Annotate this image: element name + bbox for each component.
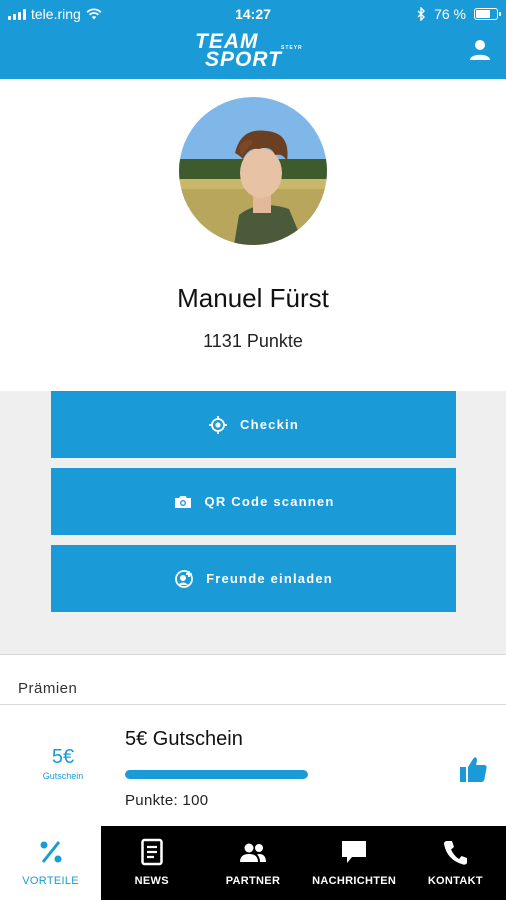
divider	[0, 654, 506, 655]
rewards-title: Prämien	[18, 680, 78, 697]
reward-points: Punkte: 100	[125, 792, 209, 809]
actions-section: Checkin QR Code scannen Freunde einladen	[0, 391, 506, 654]
avatar[interactable]	[179, 97, 327, 245]
thumbs-up-icon[interactable]	[460, 756, 487, 782]
battery-icon	[474, 8, 501, 20]
qr-scan-button[interactable]: QR Code scannen	[51, 468, 456, 535]
battery-percent: 76 %	[434, 6, 466, 22]
tab-kontakt[interactable]: KONTAKT	[405, 826, 506, 900]
tab-vorteile[interactable]: VORTEILE	[0, 826, 102, 900]
qr-scan-label: QR Code scannen	[204, 494, 335, 509]
reward-title: 5€ Gutschein	[125, 728, 243, 750]
status-right: 76 %	[417, 6, 501, 22]
user-points: 1131 Punkte	[203, 331, 303, 351]
app-header: tele.ring 14:27 76 % TEAM SPORT STEYR	[0, 0, 506, 79]
tab-label: NEWS	[134, 875, 169, 887]
chat-icon	[342, 841, 367, 863]
divider	[0, 704, 506, 705]
invite-friends-label: Freunde einladen	[206, 571, 333, 586]
bottom-tab-bar: VORTEILE NEWS PARTNER NACHRICHTEN KONTAK…	[0, 826, 506, 900]
checkin-button[interactable]: Checkin	[51, 391, 456, 458]
tab-label: KONTAKT	[427, 875, 483, 887]
team-sport-logo: TEAM SPORT STEYR	[193, 31, 313, 71]
add-friend-icon	[175, 569, 193, 588]
user-icon[interactable]	[468, 38, 492, 62]
tab-news[interactable]: NEWS	[101, 826, 202, 900]
people-icon	[239, 843, 266, 862]
tab-partner[interactable]: PARTNER	[202, 826, 303, 900]
logo-line-2: SPORT	[205, 48, 282, 71]
tab-label: PARTNER	[225, 875, 281, 887]
reward-badge-subtitle: Gutschein	[42, 771, 84, 781]
status-bar: tele.ring 14:27 76 %	[0, 0, 506, 28]
logo-tag: STEYR	[281, 45, 303, 51]
tab-nachrichten[interactable]: NACHRICHTEN	[304, 826, 405, 900]
camera-icon	[174, 495, 191, 508]
invite-friends-button[interactable]: Freunde einladen	[51, 545, 456, 612]
user-name: Manuel Fürst	[177, 283, 329, 313]
tab-label: NACHRICHTEN	[312, 875, 397, 887]
phone-icon	[444, 841, 468, 865]
reward-badge-amount: 5€	[51, 746, 75, 768]
reward-progress-fill	[125, 770, 308, 779]
reward-progress	[125, 770, 308, 779]
percent-icon	[40, 841, 62, 863]
bluetooth-icon	[417, 7, 426, 21]
target-icon	[209, 415, 227, 434]
document-icon	[141, 838, 163, 866]
profile-section: Manuel Fürst 1131 Punkte	[0, 79, 506, 391]
tab-label: VORTEILE	[22, 875, 79, 887]
checkin-label: Checkin	[240, 417, 299, 432]
reward-item[interactable]: 5€ Gutschein 5€ Gutschein Punkte: 100	[0, 706, 506, 826]
reward-badge: 5€ Gutschein	[30, 746, 96, 781]
